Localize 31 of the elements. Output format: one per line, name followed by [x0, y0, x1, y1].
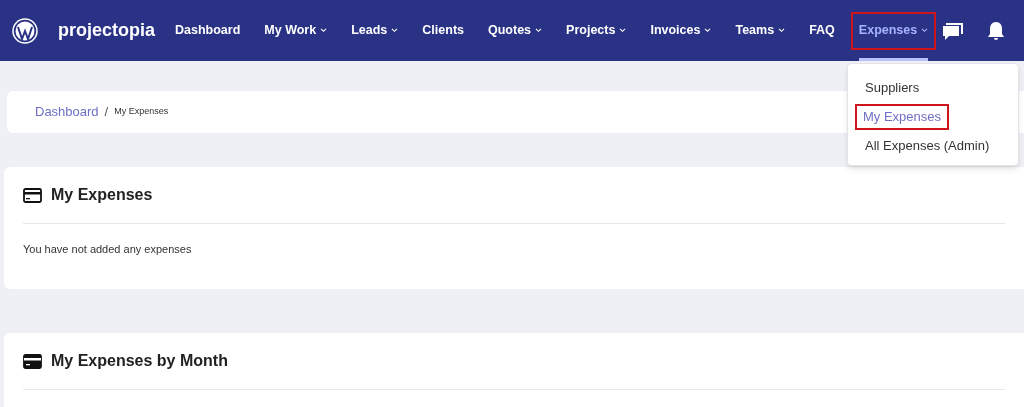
chevron-down-icon: [778, 28, 786, 33]
nav-link[interactable]: Projects: [558, 11, 635, 50]
nav-link[interactable]: Teams: [727, 11, 794, 50]
nav-link[interactable]: Invoices: [642, 11, 720, 50]
nav-link[interactable]: Expenses: [850, 11, 937, 50]
nav-link[interactable]: FAQ: [801, 11, 843, 50]
menu-item[interactable]: All Expenses (Admin): [859, 135, 996, 157]
credit-card-icon: [23, 187, 42, 203]
chevron-down-icon: [619, 28, 627, 33]
wordpress-logo-icon[interactable]: [12, 17, 38, 44]
brand-name[interactable]: projectopia: [58, 17, 155, 44]
chevron-down-icon: [535, 28, 543, 33]
panel-title: My Expenses by Month: [51, 351, 228, 371]
nav-link[interactable]: Clients: [414, 11, 472, 50]
breadcrumb-link[interactable]: Dashboard: [35, 102, 99, 122]
bell-icon[interactable]: [987, 20, 1006, 41]
chevron-down-icon: [391, 28, 399, 33]
credit-card-icon: [23, 353, 42, 369]
menu-item[interactable]: My Expenses: [855, 104, 950, 130]
nav-link[interactable]: My Work: [256, 11, 336, 50]
nav-link[interactable]: Leads: [343, 11, 407, 50]
empty-message: You have not added any expenses: [23, 242, 193, 257]
menu-item[interactable]: Suppliers: [859, 77, 926, 99]
breadcrumb-current: My Expenses: [114, 105, 169, 119]
chevron-down-icon: [704, 28, 712, 33]
nav-link[interactable]: Dashboard: [167, 11, 249, 50]
nav-link[interactable]: Quotes: [480, 11, 551, 50]
panel-title: My Expenses: [51, 185, 153, 205]
chevron-down-icon: [921, 28, 929, 33]
breadcrumb-separator: /: [104, 103, 109, 122]
chevron-down-icon: [320, 28, 328, 33]
